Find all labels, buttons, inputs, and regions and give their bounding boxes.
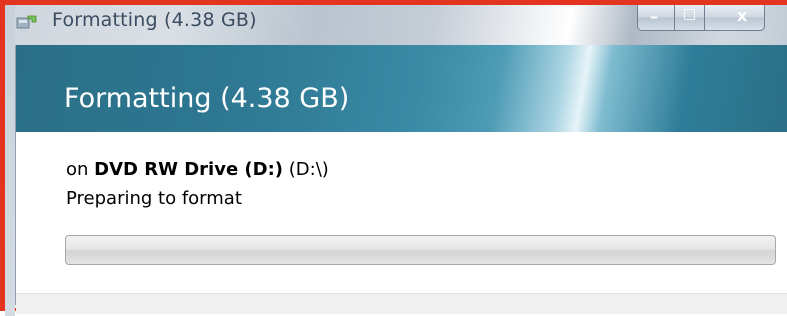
- close-icon: x: [737, 6, 748, 25]
- dialog-client-area: Formatting (4.38 GB) on DVD RW Drive (D:…: [15, 45, 787, 314]
- window-title: Formatting (4.38 GB): [52, 9, 257, 31]
- dialog-heading: Formatting (4.38 GB): [64, 83, 350, 114]
- close-button[interactable]: x: [705, 5, 765, 31]
- window-side-border: [5, 5, 15, 316]
- minimize-button[interactable]: –: [637, 5, 675, 31]
- drive-info-line: on DVD RW Drive (D:) (D:\): [66, 159, 329, 180]
- dialog-window: Formatting (4.38 GB) – □ x Formatting (4…: [0, 0, 787, 316]
- title-bar[interactable]: Formatting (4.38 GB) – □ x: [5, 5, 787, 45]
- drive-path: (D:\): [288, 159, 329, 180]
- maximize-button[interactable]: □: [675, 5, 705, 31]
- drive-name: DVD RW Drive (D:): [94, 159, 284, 180]
- on-prefix: on: [66, 159, 89, 180]
- maximize-icon: □: [683, 6, 697, 22]
- status-text: Preparing to format: [66, 188, 242, 209]
- caption-buttons: – □ x: [637, 5, 765, 32]
- dialog-header-band: Formatting (4.38 GB): [16, 45, 787, 132]
- minimize-icon: –: [650, 7, 658, 26]
- format-drive-icon[interactable]: [16, 13, 38, 33]
- format-progress-bar: [65, 235, 776, 265]
